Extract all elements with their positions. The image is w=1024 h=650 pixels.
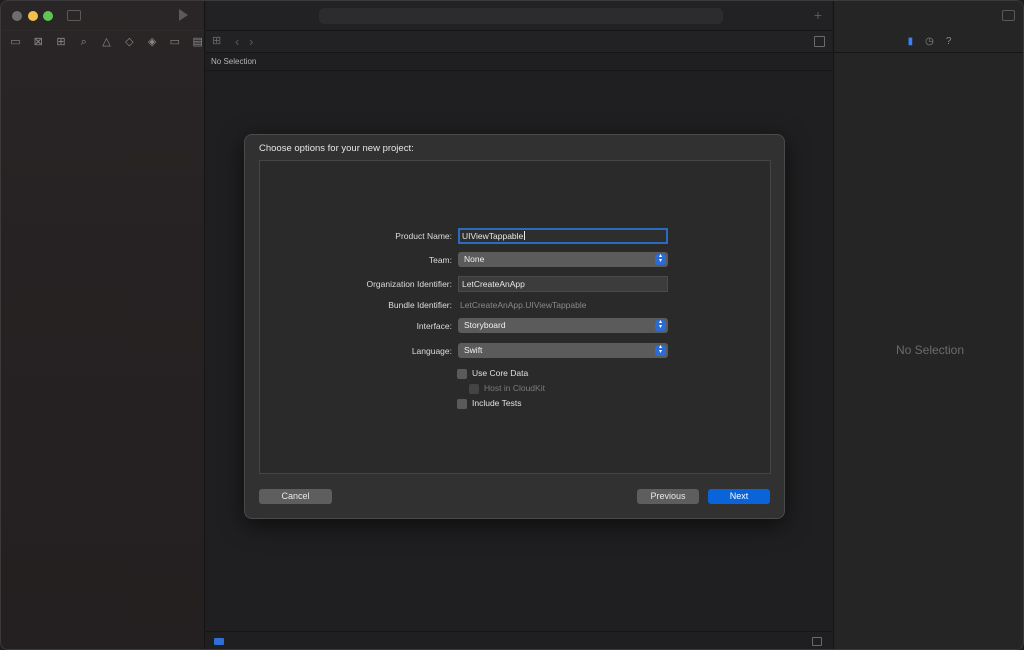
product-name-label: Product Name:	[395, 231, 452, 241]
text-caret	[524, 231, 526, 240]
navigator-pane: ▭ ⊠ ⊞ ⌕ △ ◇ ◈ ▭ ▤	[1, 1, 205, 649]
warning-icon[interactable]: △	[100, 36, 113, 49]
product-name-row: Product Name: UIViewTappable	[260, 228, 772, 246]
add-icon[interactable]: +	[814, 7, 822, 23]
language-label: Language:	[411, 346, 452, 356]
chevron-up-down-icon: ▴ ▾	[655, 253, 666, 265]
activity-viewer	[319, 8, 723, 24]
cancel-button[interactable]: Cancel	[259, 489, 332, 504]
language-value: Swift	[464, 345, 483, 355]
breakpoint-icon[interactable]: ▭	[168, 36, 181, 49]
team-popup[interactable]: None ▴ ▾	[458, 252, 668, 267]
team-label: Team:	[428, 255, 452, 265]
organization-identifier-row: Organization Identifier: LetCreateAnApp	[260, 276, 772, 294]
toolbar: +	[206, 1, 832, 31]
jump-bar: No Selection	[206, 53, 832, 71]
history-icon[interactable]: ◷	[925, 36, 934, 47]
run-icon[interactable]	[179, 9, 188, 21]
bundle-identifier-label: Bundle Identifier:	[388, 300, 452, 310]
organization-identifier-field[interactable]: LetCreateAnApp	[458, 276, 668, 292]
team-row: Team: None ▴ ▾	[260, 252, 772, 270]
sidebar-toggle-icon[interactable]	[67, 10, 81, 21]
team-value: None	[464, 254, 485, 264]
xcode-window: ▭ ⊠ ⊞ ⌕ △ ◇ ◈ ▭ ▤ + ⊞ ‹ › No Selection ▮…	[0, 0, 1024, 650]
bundle-identifier-value: LetCreateAnApp.UIViewTappable	[460, 300, 587, 310]
inspector-toggle-icon[interactable]	[1002, 10, 1015, 21]
inspector-empty-state: No Selection	[895, 343, 965, 357]
interface-label: Interface:	[416, 321, 452, 331]
back-chevron-icon[interactable]: ‹	[235, 34, 239, 49]
debug-area-toggle-icon[interactable]	[812, 637, 822, 646]
zoom-window-button[interactable]	[43, 11, 53, 21]
inspector-tabs: ▮ ◷ ?	[834, 31, 1023, 53]
new-project-options-sheet: Choose options for your new project: Pro…	[244, 134, 785, 519]
related-items-icon[interactable]: ⊞	[212, 36, 223, 47]
editor-tab-bar: ⊞ ‹ ›	[206, 31, 832, 53]
minimize-window-button[interactable]	[28, 11, 38, 21]
inspector-titlebar	[834, 1, 1023, 31]
search-icon[interactable]: ⌕	[77, 36, 90, 49]
interface-value: Storyboard	[464, 320, 506, 330]
chevron-up-down-icon: ▴ ▾	[655, 319, 666, 331]
folder-icon[interactable]: ▭	[9, 36, 22, 49]
language-row: Language: Swift ▴ ▾	[260, 343, 772, 361]
file-inspector-icon[interactable]: ▮	[908, 36, 914, 47]
host-in-cloudkit-label: Host in CloudKit	[484, 383, 545, 393]
inspector-pane: ▮ ◷ ? No Selection	[833, 1, 1023, 649]
test-icon[interactable]: ◇	[123, 36, 136, 49]
report-icon[interactable]: ▤	[191, 36, 204, 49]
include-tests-label: Include Tests	[472, 398, 522, 408]
sheet-title: Choose options for your new project:	[259, 143, 414, 154]
chevron-up-down-icon: ▴ ▾	[655, 344, 666, 356]
language-popup[interactable]: Swift ▴ ▾	[458, 343, 668, 358]
product-name-field[interactable]: UIViewTappable	[458, 228, 668, 244]
use-core-data-checkbox[interactable]	[457, 369, 467, 379]
forward-chevron-icon[interactable]: ›	[249, 34, 253, 49]
close-window-button[interactable]	[12, 11, 22, 21]
options-form: Product Name: UIViewTappable Team: None …	[259, 160, 771, 474]
use-core-data-label: Use Core Data	[472, 368, 529, 378]
source-control-icon[interactable]: ⊠	[32, 36, 45, 49]
split-editor-icon[interactable]	[814, 36, 825, 47]
previous-button[interactable]: Previous	[637, 489, 699, 504]
interface-row: Interface: Storyboard ▴ ▾	[260, 318, 772, 336]
symbol-icon[interactable]: ⊞	[55, 36, 68, 49]
interface-popup[interactable]: Storyboard ▴ ▾	[458, 318, 668, 333]
editor-bottom-bar	[206, 631, 832, 649]
navigator-titlebar	[1, 1, 204, 31]
host-in-cloudkit-checkbox	[469, 384, 479, 394]
organization-identifier-label: Organization Identifier:	[366, 279, 452, 289]
help-icon[interactable]: ?	[946, 36, 952, 47]
debug-icon[interactable]: ◈	[146, 36, 159, 49]
next-button[interactable]: Next	[708, 489, 770, 504]
bundle-identifier-row: Bundle Identifier: LetCreateAnApp.UIView…	[260, 297, 772, 315]
include-tests-checkbox[interactable]	[457, 399, 467, 409]
navigator-selector-bar: ▭ ⊠ ⊞ ⌕ △ ◇ ◈ ▭ ▤	[1, 31, 204, 53]
filter-icon[interactable]	[214, 638, 224, 645]
